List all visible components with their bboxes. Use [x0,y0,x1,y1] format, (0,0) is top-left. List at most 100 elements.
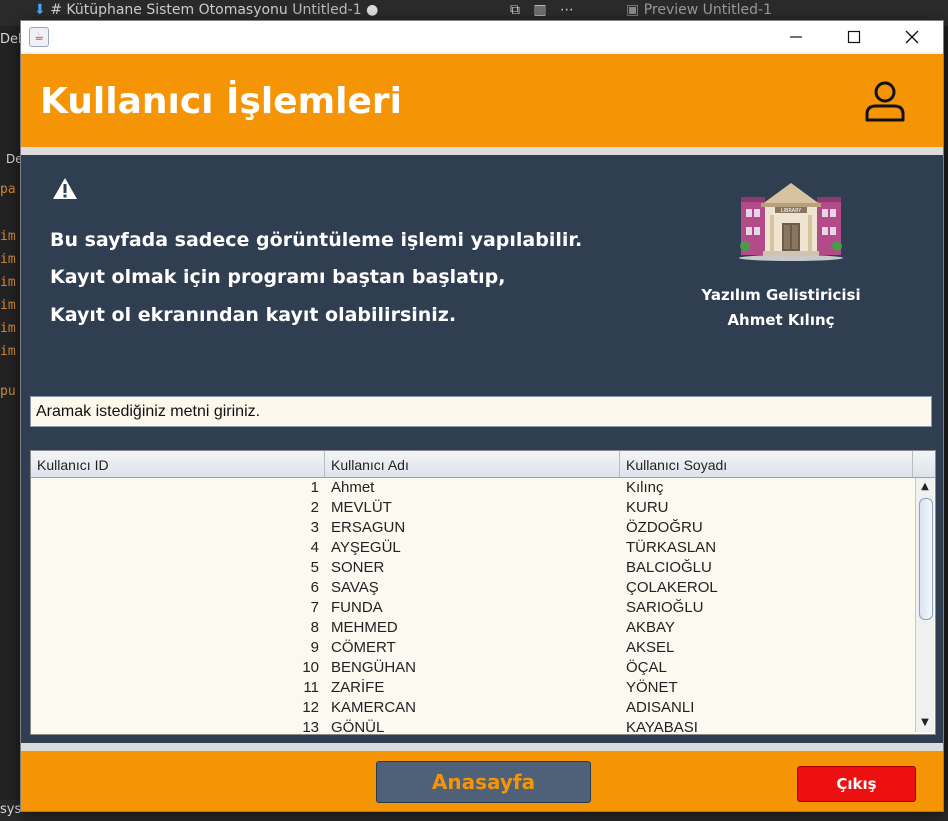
cell-user-surname: ÖÇAL [626,659,667,676]
table-row[interactable]: 5 SONER BALCIOĞLU [31,558,915,578]
page-footer: Anasayfa Çıkış [21,751,943,811]
cell-user-surname: Kılınç [626,479,664,496]
cell-user-id: 11 [303,679,319,696]
info-line-1: Bu sayfada sadece görüntüleme işlemi yap… [50,229,583,251]
minimize-button[interactable] [767,21,825,52]
cell-user-id: 5 [310,559,319,576]
cell-user-id: 2 [310,499,319,516]
scroll-thumb[interactable] [919,498,933,620]
close-icon [905,30,919,43]
cell-user-name: ZARİFE [331,679,385,696]
developer-name: Ahmet Kılınç [727,311,835,329]
cell-user-id: 12 [302,699,319,716]
library-sign-text: LIBRARY [781,208,803,214]
developer-label: Yazılım Gelistiricisi [701,286,861,304]
cell-user-surname: SARIOĞLU [626,599,704,616]
ide-left-strip: Deb De pa im im im im im im pu [0,26,26,821]
cell-user-surname: TÜRKASLAN [626,539,717,556]
page-header: Kullanıcı İşlemleri [21,54,943,147]
cell-user-id: 1 [310,479,319,496]
ide-toolbar-icons[interactable]: ⧉ ▥ ⋯ [510,2,574,18]
java-icon: ☕ [29,27,49,47]
ide-fragment-bottom: sys [0,802,22,817]
ide-gutter-line: im [0,229,16,244]
ide-gutter-line: im [0,321,16,336]
cell-user-name: SONER [331,559,385,576]
exit-button[interactable]: Çıkış [797,766,916,802]
table-row[interactable]: 1 Ahmet Kılınç [31,478,915,498]
search-input[interactable] [30,396,932,427]
ide-tab-file[interactable]: ⬇ # Kütüphane Sistem Otomasyonu Untitled… [34,2,378,18]
main-panel: Bu sayfada sadece görüntüleme işlemi yap… [21,155,943,743]
ide-tab-title: # Kütüphane Sistem Otomasyonu [50,2,288,18]
table-row[interactable]: 7 FUNDA SARIOĞLU [31,598,915,618]
table-row[interactable]: 13 GÖNÜL KAYABAŞI [31,718,915,732]
table-body: 1 Ahmet Kılınç 2 MEVLÜT KURU 3 ERSAGUN ÖZDOĞRU 4 A… [31,478,915,732]
info-line-2: Kayıt olmak için programı baştan başlatı… [50,266,506,288]
home-button[interactable]: Anasayfa [376,761,591,803]
cell-user-name: ERSAGUN [331,519,406,536]
cell-user-id: 3 [310,519,319,536]
cell-user-surname: AKBAY [626,619,675,636]
table-row[interactable]: 8 MEHMED AKBAY [31,618,915,638]
cell-user-name: Ahmet [331,479,375,496]
cell-user-name: KAMERCAN [331,699,417,716]
users-table: Kullanıcı ID Kullanıcı Adı Kullanıcı Soy… [30,450,936,735]
page-title: Kullanıcı İşlemleri [40,81,402,122]
ide-gutter-line: pa [0,182,16,197]
ide-gutter-line: im [0,298,16,313]
table-row[interactable]: 12 KAMERCAN ADISANLI [31,698,915,718]
info-line-3: Kayıt ol ekranından kayıt olabilirsiniz. [50,304,457,326]
column-header-user-surname[interactable]: Kullanıcı Soyadı [620,451,913,477]
column-header-user-name[interactable]: Kullanıcı Adı [325,451,620,477]
cell-user-name: MEVLÜT [331,499,392,516]
cell-user-name: CÖMERT [331,639,396,656]
ide-gutter-line: im [0,252,16,267]
maximize-icon [847,30,861,43]
cell-user-surname: AKSEL [626,639,675,656]
cell-user-name: AYŞEGÜL [331,539,401,556]
cell-user-name: GÖNÜL [331,719,385,732]
table-row[interactable]: 3 ERSAGUN ÖZDOĞRU [31,518,915,538]
table-row[interactable]: 4 AYŞEGÜL TÜRKASLAN [31,538,915,558]
table-header: Kullanıcı ID Kullanıcı Adı Kullanıcı Soy… [31,451,935,478]
cell-user-name: SAVAŞ [331,579,379,596]
cell-user-id: 9 [310,639,319,656]
library-building-icon: LIBRARY [739,183,843,261]
cell-user-name: FUNDA [331,599,383,616]
cell-user-id: 8 [310,619,319,636]
scroll-up-icon[interactable]: ▲ [916,478,934,496]
maximize-button[interactable] [825,21,883,52]
ide-tab-preview-label: Preview Untitled-1 [643,2,772,18]
ide-gutter-line: pu [0,384,16,399]
scroll-down-icon[interactable]: ▼ [916,714,934,732]
ide-tab-subtitle: Untitled-1 [292,2,362,18]
user-operations-window: ☕ Kullanıcı İşlemleri Bu sayfada sadece … [20,20,944,812]
table-row[interactable]: 9 CÖMERT AKSEL [31,638,915,658]
window-titlebar: ☕ [21,21,943,52]
close-button[interactable] [883,21,941,52]
table-row[interactable]: 2 MEVLÜT KURU [31,498,915,518]
table-row[interactable]: 6 SAVAŞ ÇOLAKEROL [31,578,915,598]
cell-user-id: 4 [310,539,319,556]
cell-user-surname: KAYABAŞI [626,719,698,732]
table-row[interactable]: 11 ZARİFE YÖNET [31,678,915,698]
user-icon[interactable] [863,80,907,122]
warning-icon [53,178,77,199]
cell-user-name: MEHMED [331,619,398,636]
minimize-icon [790,35,802,38]
cell-user-surname: BALCIOĞLU [626,559,712,576]
cell-user-surname: KURU [626,499,669,516]
cell-user-name: BENGÜHAN [331,659,417,676]
ide-gutter-line: im [0,344,16,359]
cell-user-id: 10 [302,659,319,676]
table-scrollbar[interactable]: ▲ ▼ [915,478,934,732]
cell-user-id: 13 [302,719,319,732]
cell-user-id: 7 [310,599,319,616]
header-separator [21,147,943,155]
cell-user-id: 6 [310,579,319,596]
table-row[interactable]: 10 BENGÜHAN ÖÇAL [31,658,915,678]
cell-user-surname: ADISANLI [626,699,695,716]
ide-tab-preview[interactable]: ▣ Preview Untitled-1 [626,2,772,18]
column-header-user-id[interactable]: Kullanıcı ID [31,451,325,477]
